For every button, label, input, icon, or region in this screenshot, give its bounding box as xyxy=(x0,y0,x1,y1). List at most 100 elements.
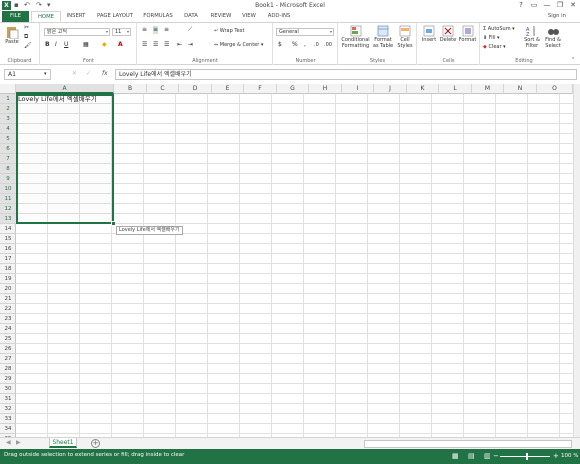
zoom-slider[interactable] xyxy=(500,456,550,457)
page-layout-view-icon[interactable]: ▤ xyxy=(468,452,475,460)
align-right-icon[interactable]: ☰ xyxy=(164,41,169,49)
column-header[interactable]: L xyxy=(439,84,472,94)
format-as-table-button[interactable]: Format as Table xyxy=(372,25,394,49)
align-middle-icon[interactable]: ≡ xyxy=(153,26,159,34)
row-header[interactable]: 10 xyxy=(0,184,16,194)
zoom-out-button[interactable]: − xyxy=(493,452,499,460)
row-header[interactable]: 33 xyxy=(0,414,16,424)
decrease-indent-icon[interactable]: ⇤ xyxy=(177,41,182,49)
autosum-button[interactable]: Σ AutoSum ▾ xyxy=(483,26,515,32)
row-header[interactable]: 8 xyxy=(0,164,16,174)
sign-in-link[interactable]: Sign in xyxy=(548,11,566,22)
help-button[interactable]: ? xyxy=(515,0,527,11)
column-header[interactable]: A xyxy=(16,84,114,94)
increase-indent-icon[interactable]: ⇥ xyxy=(188,41,193,49)
row-header[interactable]: 23 xyxy=(0,314,16,324)
insert-function-button[interactable]: fx xyxy=(102,70,108,78)
row-header[interactable]: 30 xyxy=(0,384,16,394)
row-header[interactable]: 25 xyxy=(0,334,16,344)
wrap-text-button[interactable]: ↵ Wrap Text xyxy=(214,28,245,34)
column-header[interactable]: K xyxy=(407,84,439,94)
merge-center-button[interactable]: ⇔ Merge & Center ▾ xyxy=(214,42,263,48)
row-header[interactable]: 2 xyxy=(0,104,16,114)
tab-home[interactable]: HOME xyxy=(31,11,61,22)
row-header[interactable]: 4 xyxy=(0,124,16,134)
align-bottom-icon[interactable]: ≡ xyxy=(164,26,169,34)
row-header[interactable]: 17 xyxy=(0,254,16,264)
column-header[interactable]: M xyxy=(472,84,504,94)
row-header[interactable]: 21 xyxy=(0,294,16,304)
format-cells-button[interactable]: Format xyxy=(458,25,477,43)
cut-icon[interactable]: ✂ xyxy=(24,24,29,32)
enter-icon[interactable]: ✓ xyxy=(86,70,91,78)
column-header[interactable]: G xyxy=(277,84,309,94)
align-top-icon[interactable]: ≡ xyxy=(142,26,147,34)
row-header[interactable]: 12 xyxy=(0,204,16,214)
name-box-dropdown-icon[interactable]: ▾ xyxy=(44,70,47,78)
tab-add-ins[interactable]: ADD-INS xyxy=(262,11,296,22)
column-header[interactable]: J xyxy=(374,84,407,94)
find-select-button[interactable]: Find & Select xyxy=(543,25,563,49)
row-header[interactable]: 32 xyxy=(0,404,16,414)
row-header[interactable]: 16 xyxy=(0,244,16,254)
column-header[interactable]: H xyxy=(309,84,342,94)
tab-data[interactable]: DATA xyxy=(178,11,204,22)
borders-icon[interactable]: ▦ xyxy=(83,41,89,49)
selected-range[interactable] xyxy=(16,94,114,224)
fill-color-icon[interactable]: ◆ xyxy=(102,41,107,49)
page-break-view-icon[interactable]: ▥ xyxy=(484,452,491,460)
row-header[interactable]: 15 xyxy=(0,234,16,244)
fill-button[interactable]: ⬇ Fill ▾ xyxy=(483,35,500,41)
bold-button[interactable]: B xyxy=(45,41,50,49)
row-header[interactable]: 27 xyxy=(0,354,16,364)
row-header[interactable]: 26 xyxy=(0,344,16,354)
italic-button[interactable]: I xyxy=(55,41,57,49)
paste-button[interactable]: Paste xyxy=(3,25,21,45)
sort-filter-button[interactable]: AZ Sort & Filter xyxy=(522,25,542,49)
cell-styles-button[interactable]: Cell Styles xyxy=(395,25,415,49)
collapse-ribbon-icon[interactable]: ⌃ xyxy=(571,56,575,64)
next-sheet-icon[interactable]: ▶ xyxy=(16,439,21,446)
formula-input[interactable]: Lovely Life에서 엑셀배우기 xyxy=(115,69,577,80)
column-header[interactable]: O xyxy=(537,84,573,94)
currency-button[interactable]: $ xyxy=(278,41,282,49)
delete-cells-button[interactable]: Delete xyxy=(439,25,457,43)
row-header[interactable]: 1 xyxy=(0,94,16,104)
conditional-formatting-button[interactable]: Conditional Formatting xyxy=(340,25,371,49)
row-header[interactable]: 7 xyxy=(0,154,16,164)
font-name-dropdown-icon[interactable]: ▾ xyxy=(106,29,108,35)
column-header[interactable]: D xyxy=(179,84,212,94)
row-header[interactable]: 19 xyxy=(0,274,16,284)
horizontal-scrollbar[interactable] xyxy=(364,440,572,448)
restore-button[interactable]: ❐ xyxy=(554,0,566,11)
increase-decimal-icon[interactable]: .0 xyxy=(314,41,319,49)
row-header[interactable]: 20 xyxy=(0,284,16,294)
column-header[interactable]: I xyxy=(342,84,374,94)
underline-button[interactable]: U xyxy=(64,41,68,49)
row-header[interactable]: 29 xyxy=(0,374,16,384)
font-size-dropdown-icon[interactable]: ▾ xyxy=(127,29,129,35)
orientation-icon[interactable]: ⟋ xyxy=(188,26,192,34)
column-header[interactable]: N xyxy=(504,84,537,94)
row-header[interactable]: 34 xyxy=(0,424,16,434)
zoom-level[interactable]: 100 % xyxy=(561,453,578,459)
row-header[interactable]: 3 xyxy=(0,114,16,124)
font-color-icon[interactable]: A xyxy=(118,41,123,49)
clear-button[interactable]: ◆ Clear ▾ xyxy=(483,44,506,50)
sheet-tab[interactable]: Sheet1 xyxy=(49,438,77,448)
row-header[interactable]: 28 xyxy=(0,364,16,374)
copy-icon[interactable]: ⧉ xyxy=(24,33,28,41)
row-header[interactable]: 11 xyxy=(0,194,16,204)
row-header[interactable]: 6 xyxy=(0,144,16,154)
worksheet-grid[interactable]: A B C D E F G H I J K L M N O 1234567891… xyxy=(0,84,573,437)
add-sheet-button[interactable]: + xyxy=(91,439,100,448)
row-header[interactable]: 13 xyxy=(0,214,16,224)
column-header[interactable]: C xyxy=(147,84,179,94)
tab-page-layout[interactable]: PAGE LAYOUT xyxy=(92,11,138,22)
ribbon-display-button[interactable]: ▭ xyxy=(528,0,540,11)
row-header[interactable]: 22 xyxy=(0,304,16,314)
number-format-dropdown-icon[interactable]: ▾ xyxy=(330,29,332,35)
font-size-box[interactable]: 11 ▾ xyxy=(112,28,131,36)
row-header[interactable]: 31 xyxy=(0,394,16,404)
tab-file[interactable]: FILE xyxy=(2,11,29,22)
